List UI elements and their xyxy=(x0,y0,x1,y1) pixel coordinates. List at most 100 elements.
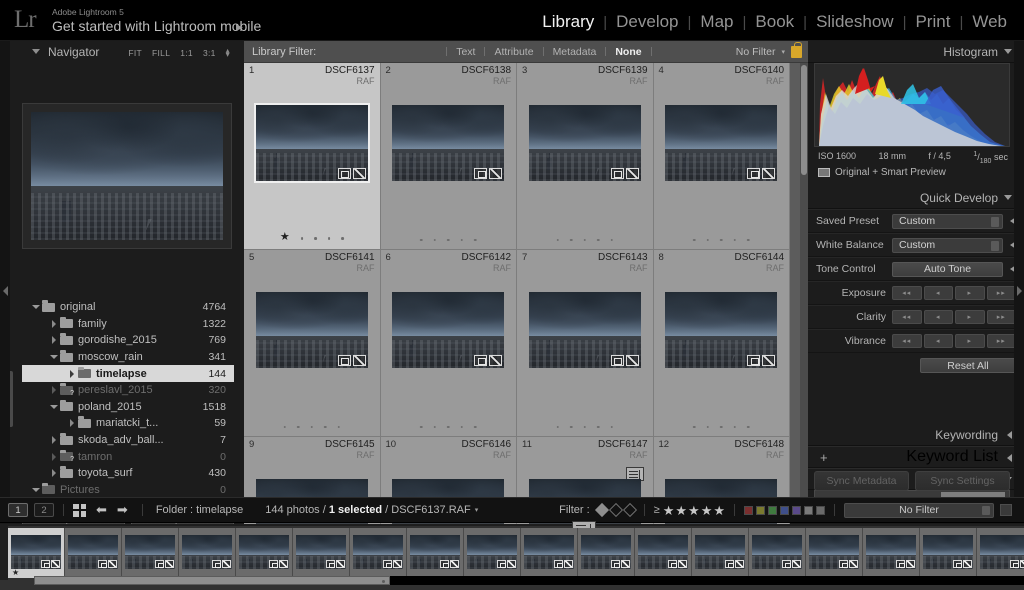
arrow-right-icon[interactable]: ➡ xyxy=(117,502,128,518)
folder-twisty-icon[interactable] xyxy=(30,305,42,310)
star-empty-icon[interactable] xyxy=(597,425,600,428)
grid-cell[interactable]: 7 DSCF6143 RAF xyxy=(517,250,654,437)
develop-badge-icon[interactable] xyxy=(762,355,776,366)
color-label-swatch[interactable] xyxy=(780,505,789,515)
develop-badge-icon[interactable] xyxy=(849,560,858,568)
develop-badge-icon[interactable] xyxy=(625,168,639,179)
chevron-down-icon[interactable]: ▾ xyxy=(475,506,479,514)
lock-icon[interactable] xyxy=(791,41,802,58)
crop-badge-icon[interactable] xyxy=(610,355,624,366)
folder-row[interactable]: mariatcki_t... 59 xyxy=(22,415,234,432)
star-icon[interactable]: ★ xyxy=(688,504,700,517)
filmstrip-badges[interactable] xyxy=(98,560,117,568)
color-label-filter[interactable] xyxy=(744,505,825,515)
develop-badge-icon[interactable] xyxy=(336,560,345,568)
develop-badge-icon[interactable] xyxy=(108,560,117,568)
zoom-level-31[interactable]: 3:1 xyxy=(203,48,216,58)
crop-badge-icon[interactable] xyxy=(440,560,449,568)
module-develop[interactable]: Develop xyxy=(607,12,687,32)
nudge-button[interactable]: ◂ xyxy=(923,310,953,324)
crop-badge-icon[interactable] xyxy=(337,355,351,366)
star-filled-icon[interactable]: ★ xyxy=(280,232,290,243)
cell-rating[interactable] xyxy=(420,238,477,241)
filmstrip-badges[interactable] xyxy=(383,560,402,568)
develop-badge-icon[interactable] xyxy=(963,560,972,568)
sync-settings-button[interactable]: Sync Settings xyxy=(915,471,1010,491)
star-empty-icon[interactable] xyxy=(570,238,573,241)
star-empty-icon[interactable] xyxy=(420,238,423,241)
crop-badge-icon[interactable] xyxy=(474,355,488,366)
filmstrip-thumbnail[interactable] xyxy=(977,528,1024,578)
library-filter-tab-text[interactable]: Text xyxy=(447,46,484,58)
filter-preset-value[interactable]: No Filter xyxy=(736,46,776,58)
filmstrip-thumbnail[interactable] xyxy=(464,528,521,578)
grid-view-icon[interactable] xyxy=(73,503,86,517)
flag-rejected-icon[interactable] xyxy=(622,502,637,518)
cell-rating[interactable] xyxy=(693,238,750,241)
filmstrip-badges[interactable] xyxy=(326,560,345,568)
develop-badge-icon[interactable] xyxy=(762,168,776,179)
stepper-icon[interactable] xyxy=(991,216,999,227)
folder-twisty-icon[interactable] xyxy=(48,386,60,395)
library-filter-tab-metadata[interactable]: Metadata xyxy=(544,46,606,58)
filmstrip-badges[interactable] xyxy=(782,560,801,568)
star-empty-icon[interactable] xyxy=(474,425,477,428)
star-empty-icon[interactable] xyxy=(583,238,586,241)
quick-develop-header[interactable]: Quick Develop xyxy=(808,187,1024,209)
module-web[interactable]: Web xyxy=(963,12,1016,32)
crop-badge-icon[interactable] xyxy=(610,168,624,179)
disclosure-triangle-icon[interactable] xyxy=(1004,49,1012,54)
filmstrip-thumbnail[interactable]: ★ xyxy=(8,528,65,578)
nudge-button[interactable]: ▸ xyxy=(955,310,985,324)
filmstrip-thumbnail[interactable] xyxy=(635,528,692,578)
filmstrip-thumbnail[interactable] xyxy=(920,528,977,578)
star-icon[interactable]: ★ xyxy=(713,504,725,517)
star-empty-icon[interactable] xyxy=(610,238,613,241)
filmstrip-thumbnail[interactable] xyxy=(293,528,350,578)
folder-row[interactable]: Pictures 0 xyxy=(22,482,234,499)
filmstrip-thumbnail[interactable] xyxy=(350,528,407,578)
color-label-swatch[interactable] xyxy=(816,505,825,515)
crop-badge-icon[interactable] xyxy=(554,560,563,568)
folder-row[interactable]: tamron 0 xyxy=(22,448,234,465)
cell-badges[interactable] xyxy=(337,355,366,366)
filmstrip-thumbnail[interactable] xyxy=(122,528,179,578)
cell-rating[interactable] xyxy=(693,425,750,428)
crop-badge-icon[interactable] xyxy=(155,560,164,568)
develop-badge-icon[interactable] xyxy=(621,560,630,568)
folder-twisty-icon[interactable] xyxy=(48,469,60,478)
white-balance-select[interactable]: Custom xyxy=(892,237,1003,253)
folder-twisty-icon[interactable] xyxy=(48,319,60,328)
cell-badges[interactable] xyxy=(610,168,639,179)
filmstrip-badges[interactable] xyxy=(839,560,858,568)
grid-cell[interactable]: 8 DSCF6144 RAF xyxy=(653,250,790,437)
grid-cell[interactable]: 1 DSCF6137 RAF ★ xyxy=(244,63,381,250)
grid-cell[interactable]: 5 DSCF6141 RAF xyxy=(244,250,381,437)
chevron-down-icon[interactable]: ▾ xyxy=(781,48,785,56)
histogram-header[interactable]: Histogram xyxy=(808,41,1024,63)
filmstrip-badges[interactable] xyxy=(440,560,459,568)
develop-badge-icon[interactable] xyxy=(507,560,516,568)
cell-thumbnail[interactable] xyxy=(665,292,778,368)
filmstrip-thumbnail[interactable] xyxy=(179,528,236,578)
folder-twisty-icon[interactable] xyxy=(48,452,60,461)
filmstrip-thumbnail[interactable] xyxy=(806,528,863,578)
star-empty-icon[interactable] xyxy=(610,425,613,428)
cell-rating[interactable] xyxy=(556,425,613,428)
color-label-swatch[interactable] xyxy=(804,505,813,515)
filmstrip-badges[interactable] xyxy=(668,560,687,568)
star-empty-icon[interactable] xyxy=(324,425,327,428)
crop-badge-icon[interactable] xyxy=(326,560,335,568)
rating-operator[interactable]: ≥ xyxy=(654,504,660,516)
histogram-graph[interactable] xyxy=(814,63,1010,147)
star-empty-icon[interactable] xyxy=(556,425,559,428)
saved-preset-select[interactable]: Custom xyxy=(892,213,1003,229)
star-icon[interactable]: ★ xyxy=(663,504,675,517)
crop-badge-icon[interactable] xyxy=(747,168,761,179)
folder-row[interactable]: timelapse 144 xyxy=(22,365,234,382)
folder-twisty-icon[interactable] xyxy=(48,436,60,445)
right-panel-edge[interactable] xyxy=(1014,41,1024,497)
star-empty-icon[interactable] xyxy=(570,425,573,428)
nudge-button[interactable]: ▸▸ xyxy=(986,334,1016,348)
develop-badge-icon[interactable] xyxy=(450,560,459,568)
